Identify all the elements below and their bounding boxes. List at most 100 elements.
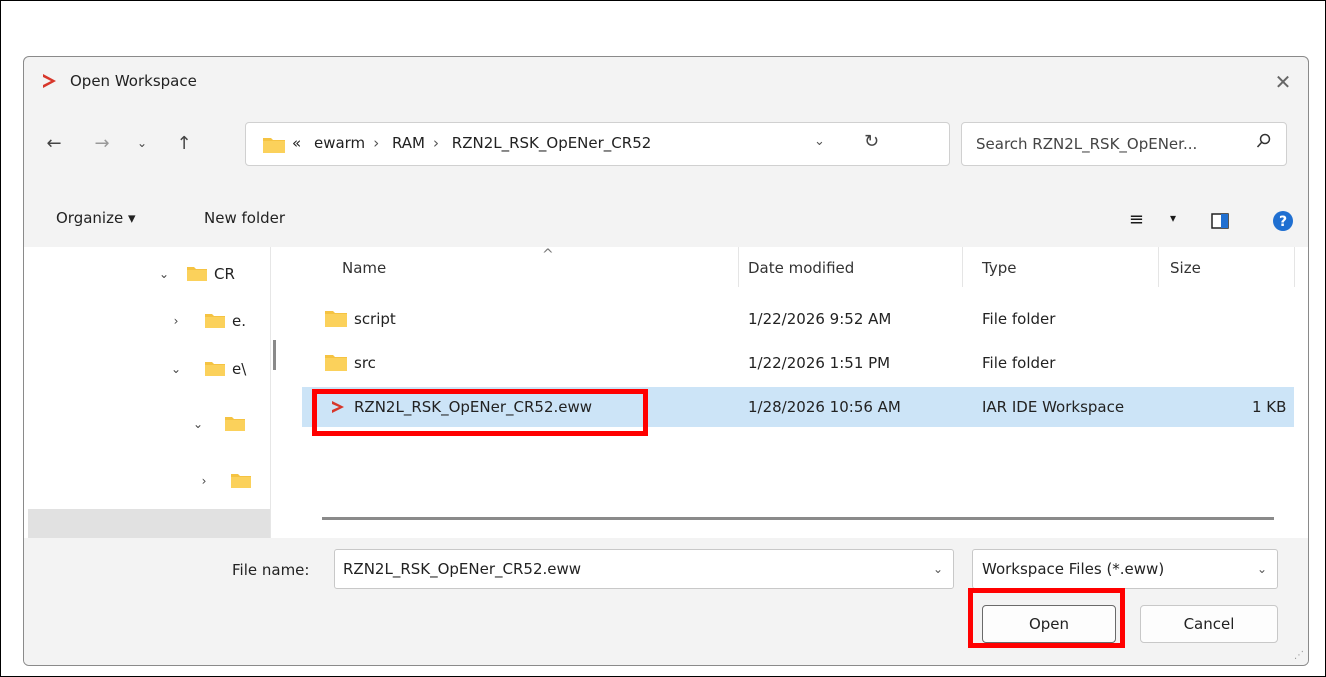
search-icon [1256, 133, 1271, 148]
chevron-down-icon[interactable]: ⌄ [933, 562, 943, 576]
navigation-pane: ⌄ CR › e. ⌄ e\ ⌄ › [24, 247, 270, 539]
open-button[interactable]: Open [982, 605, 1116, 643]
chevron-down-icon[interactable]: ⌄ [1257, 562, 1267, 576]
arrow-left-icon: ← [46, 132, 62, 154]
search-input[interactable]: Search RZN2L_RSK_OpENer... [976, 135, 1197, 153]
file-type-value[interactable]: Workspace Files (*.eww) [982, 560, 1164, 578]
file-row-selected[interactable]: RZN2L_RSK_OpENer_CR52.eww 1/28/2026 10:5… [302, 387, 1294, 427]
view-options-chevron-icon[interactable]: ▾ [1170, 211, 1176, 225]
column-name[interactable]: Name [342, 259, 386, 277]
tree-item-label: e\ [232, 360, 247, 378]
folder-icon [325, 355, 347, 371]
dialog-footer: File name: RZN2L_RSK_OpENer_CR52.eww ⌄ W… [24, 538, 1308, 665]
column-type[interactable]: Type [982, 259, 1016, 277]
chevron-right-icon[interactable]: › [196, 474, 212, 488]
scrollbar-thumb[interactable] [273, 340, 276, 370]
close-icon: ✕ [1274, 70, 1292, 94]
tree-item[interactable]: › [196, 461, 258, 501]
preview-pane-icon[interactable] [1210, 211, 1230, 231]
file-row[interactable]: script 1/22/2026 9:52 AM File folder [302, 299, 1294, 339]
column-divider[interactable] [962, 247, 963, 287]
arrow-up-icon: ↑ [176, 132, 192, 154]
help-icon[interactable]: ? [1272, 210, 1294, 232]
breadcrumb: « ewarm › RAM › RZN2L_RSK_OpENer_CR52 [292, 134, 659, 152]
search-box[interactable]: Search RZN2L_RSK_OpENer... [961, 122, 1287, 166]
chevron-down-icon[interactable]: ⌄ [190, 417, 206, 431]
breadcrumb-ram[interactable]: RAM [392, 134, 425, 152]
file-type: File folder [982, 310, 1056, 328]
close-button[interactable]: ✕ [1268, 67, 1298, 97]
file-list: ^ Name Date modified Type Size script 1/… [292, 247, 1308, 538]
folder-icon [187, 267, 207, 281]
file-name-field[interactable]: RZN2L_RSK_OpENer_CR52.eww ⌄ [334, 549, 954, 589]
svg-text:?: ? [1279, 214, 1287, 230]
new-folder-button[interactable]: New folder [204, 209, 285, 227]
window-title: Open Workspace [70, 72, 197, 90]
nav-pane-scrollbar[interactable] [270, 247, 291, 538]
cancel-button-label: Cancel [1183, 615, 1235, 633]
breadcrumb-separator-icon: › [373, 134, 380, 152]
file-name: src [354, 354, 376, 372]
file-name-label: File name: [232, 561, 310, 579]
folder-icon [225, 417, 245, 431]
recent-locations-button[interactable]: ⌄ [128, 129, 156, 157]
file-row[interactable]: src 1/22/2026 1:51 PM File folder [302, 343, 1294, 383]
open-workspace-dialog: Open Workspace ✕ ← → ⌄ ↑ « ewarm › RAM › R… [23, 56, 1309, 666]
tree-item-label: e. [232, 312, 246, 330]
tree-item[interactable]: ⌄ [190, 404, 252, 444]
folder-icon [231, 474, 251, 488]
breadcrumb-ewarm[interactable]: ewarm [314, 134, 365, 152]
folder-icon [205, 362, 225, 376]
chevron-right-icon[interactable]: › [168, 314, 184, 328]
organize-button[interactable]: Organize ▾ [56, 209, 136, 227]
title-bar: Open Workspace ✕ [24, 57, 1308, 107]
address-bar[interactable]: « ewarm › RAM › RZN2L_RSK_OpENer_CR52 ⌄ ↻ [245, 122, 950, 166]
chevron-down-icon: ⌄ [136, 136, 148, 150]
column-date-modified[interactable]: Date modified [748, 259, 854, 277]
column-divider[interactable] [1294, 247, 1295, 287]
file-type: File folder [982, 354, 1056, 372]
column-divider[interactable] [1158, 247, 1159, 287]
forward-button[interactable]: → [88, 129, 116, 157]
file-size: 1 KB [1252, 398, 1287, 416]
open-button-label: Open [1028, 615, 1070, 633]
file-date: 1/28/2026 10:56 AM [748, 398, 901, 416]
file-type: IAR IDE Workspace [982, 398, 1125, 416]
chevron-down-icon[interactable]: ⌄ [168, 362, 184, 376]
content-area: ⌄ CR › e. ⌄ e\ ⌄ › ^ Name Date modified … [24, 247, 1308, 539]
column-divider[interactable] [738, 247, 739, 287]
folder-icon [325, 311, 347, 327]
iar-workspace-icon [332, 401, 344, 413]
breadcrumb-current[interactable]: RZN2L_RSK_OpENer_CR52 [452, 134, 652, 152]
file-date: 1/22/2026 9:52 AM [748, 310, 892, 328]
file-name: script [354, 310, 396, 328]
breadcrumb-separator-icon: › [433, 134, 439, 152]
tree-item[interactable]: ⌄ CR [156, 254, 235, 294]
address-dropdown-icon[interactable]: ⌄ [814, 134, 825, 149]
file-name-value[interactable]: RZN2L_RSK_OpENer_CR52.eww [343, 560, 581, 578]
column-size[interactable]: Size [1170, 259, 1201, 277]
breadcrumb-overflow[interactable]: « [292, 134, 301, 152]
nav-pane-selection [28, 509, 270, 539]
navigation-bar: ← → ⌄ ↑ « ewarm › RAM › RZN2L_RSK_OpENer_C… [24, 117, 1308, 171]
column-header: ^ Name Date modified Type Size [292, 247, 1308, 287]
horizontal-scrollbar[interactable] [322, 517, 1274, 520]
cancel-button[interactable]: Cancel [1140, 605, 1278, 643]
file-date: 1/22/2026 1:51 PM [748, 354, 891, 372]
arrow-right-icon: → [94, 132, 110, 154]
file-type-select[interactable]: Workspace Files (*.eww) ⌄ [972, 549, 1278, 589]
file-name: RZN2L_RSK_OpENer_CR52.eww [354, 398, 593, 416]
back-button[interactable]: ← [40, 129, 68, 157]
sort-ascending-icon: ^ [542, 247, 554, 263]
view-list-icon[interactable]: ≡ [1129, 209, 1144, 230]
chevron-down-icon[interactable]: ⌄ [156, 267, 172, 281]
folder-icon [205, 314, 225, 328]
tree-item[interactable]: › e. [168, 301, 246, 341]
resize-grip-icon[interactable]: ⋰ [1294, 650, 1304, 661]
command-toolbar: Organize ▾ New folder ≡ ▾ ? [24, 203, 1308, 239]
folder-icon [263, 138, 285, 153]
refresh-icon[interactable]: ↻ [864, 131, 879, 152]
tree-item[interactable]: ⌄ e\ [168, 349, 246, 389]
iar-app-icon [43, 74, 56, 88]
up-button[interactable]: ↑ [170, 129, 198, 157]
